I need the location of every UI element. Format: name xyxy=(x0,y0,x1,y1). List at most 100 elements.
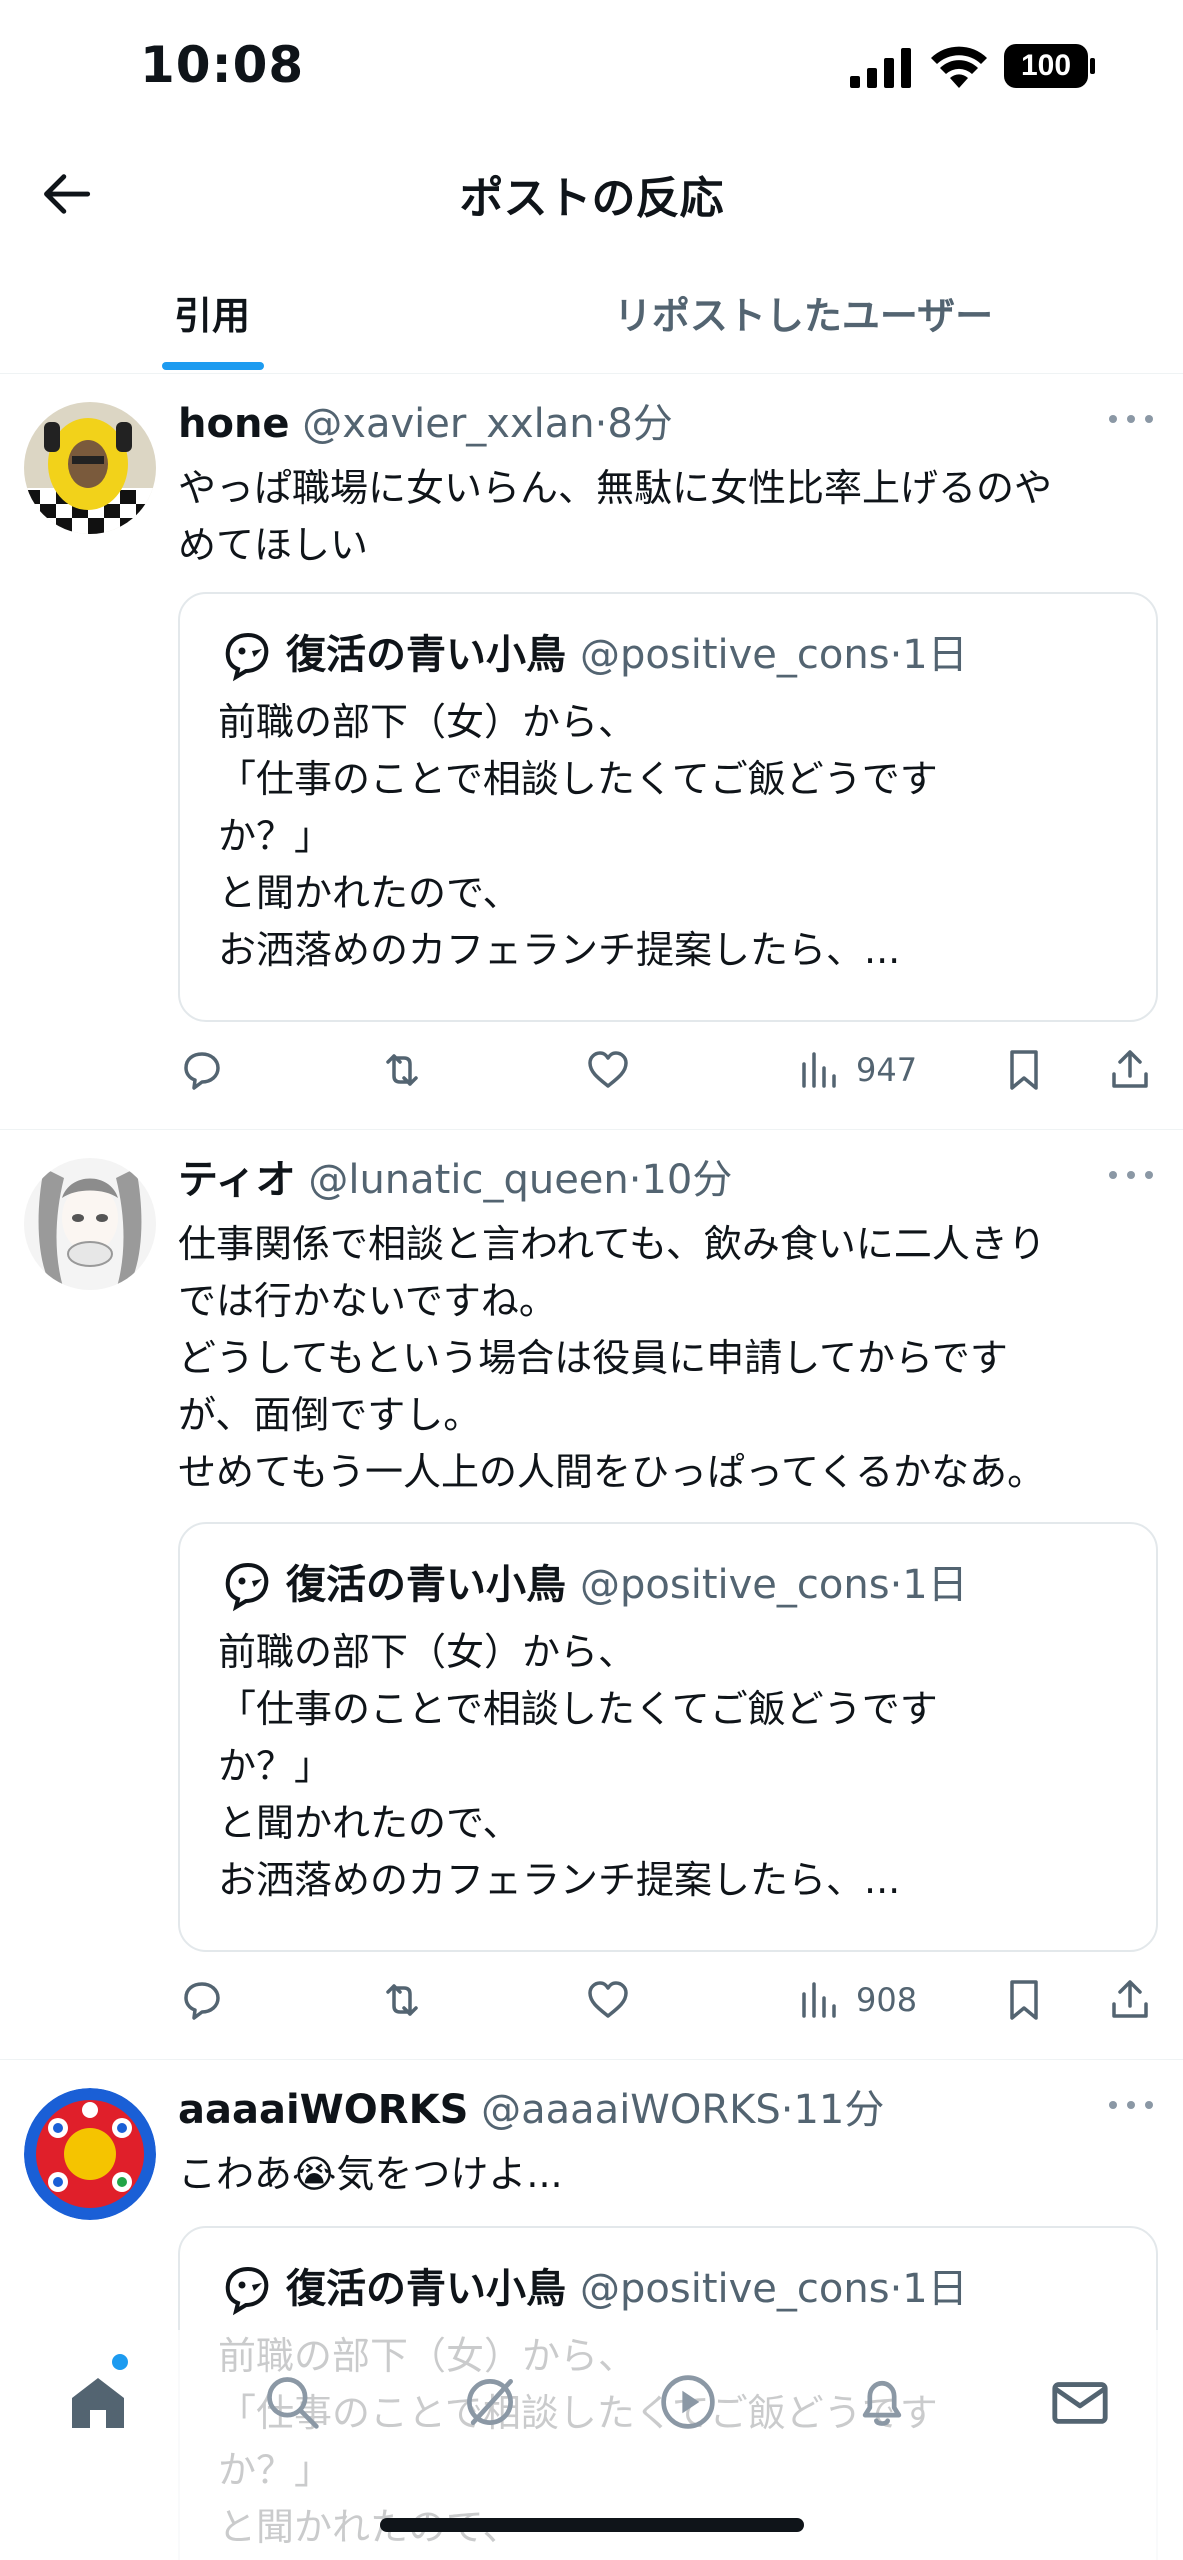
arrow-left-icon xyxy=(44,174,91,214)
quoted-post-time: 1日 xyxy=(902,2266,968,2312)
top-app-bar: ポストの反応 xyxy=(0,140,1183,250)
heart-icon xyxy=(588,1981,628,2018)
quoted-post-header: 復活の青い小鳥 @positive_cons · 1日 xyxy=(218,2260,968,2318)
nav-notifications[interactable] xyxy=(842,2362,922,2442)
separator-dot: · xyxy=(594,401,608,447)
avatar[interactable] xyxy=(24,2088,156,2220)
like-button[interactable] xyxy=(584,1040,632,1100)
post-actions: 908 xyxy=(178,1970,1178,2030)
post-actions: 947 xyxy=(178,1040,1178,1100)
quoted-display-name: 復活の青い小鳥 xyxy=(286,1562,566,1608)
separator-dot: · xyxy=(889,2266,903,2312)
quoted-post[interactable]: 復活の青い小鳥 @positive_cons·1日 前職の部下（女）から、 「仕… xyxy=(178,592,1158,1022)
bookmark-button[interactable] xyxy=(1000,1970,1048,2030)
post-header: aaaaiWORKS @aaaaiWORKS·11分 xyxy=(178,2082,1103,2138)
unread-dot xyxy=(112,2354,128,2370)
quoted-post[interactable]: 復活の青い小鳥 @positive_cons·1日 前職の部下（女）から、 「仕… xyxy=(178,1522,1158,1952)
quoted-user-handle: @positive_cons xyxy=(580,632,890,678)
display-name[interactable]: aaaaiWORKS xyxy=(178,2087,468,2133)
bird-avatar-icon xyxy=(225,2266,269,2316)
reply-icon xyxy=(184,1982,220,2020)
home-icon xyxy=(72,2378,124,2428)
post-header: hone @xavier_xxlan·8分 xyxy=(178,396,1103,452)
repost-button[interactable] xyxy=(378,1970,426,2030)
active-tab-indicator xyxy=(162,362,264,370)
tab-quotes[interactable]: 引用 xyxy=(0,250,424,374)
status-time: 10:08 xyxy=(140,36,305,94)
views-chart-icon xyxy=(802,1052,836,1088)
reply-button[interactable] xyxy=(178,1970,226,2030)
post-time: 11分 xyxy=(793,2087,885,2133)
like-button[interactable] xyxy=(584,1970,632,2030)
quoted-post-header: 復活の青い小鳥 @positive_cons · 1日 xyxy=(218,1556,968,1614)
repost-icon xyxy=(386,1054,418,1086)
quoted-user-handle: @positive_cons xyxy=(580,1562,890,1608)
status-bar: 10:08 100 xyxy=(0,0,1183,140)
battery-icon: 100 xyxy=(1004,44,1096,88)
battery-level: 100 xyxy=(1020,49,1072,82)
page-title: ポストの反応 xyxy=(459,173,724,224)
nav-home[interactable] xyxy=(58,2362,138,2442)
reply-button[interactable] xyxy=(178,1040,226,1100)
post-text: やっぱ職場に女いらん、無駄に女性比率上げるのや めてほしい xyxy=(178,466,1053,567)
tab-reposted-users[interactable]: リポストしたユーザー xyxy=(424,250,1183,374)
quoted-user-handle: @positive_cons xyxy=(580,2266,890,2312)
bird-avatar-icon xyxy=(225,632,269,682)
avatar[interactable] xyxy=(24,402,156,534)
nav-search[interactable] xyxy=(252,2362,332,2442)
quoted-post-header: 復活の青い小鳥 @positive_cons · 1日 xyxy=(218,626,968,684)
user-handle[interactable]: @aaaaiWORKS xyxy=(481,2087,781,2133)
avatar[interactable] xyxy=(24,1158,156,1290)
repost-button[interactable] xyxy=(378,1040,426,1100)
post-header: ティオ @lunatic_queen·10分 xyxy=(178,1152,1103,1208)
more-options-icon[interactable] xyxy=(1109,1160,1153,1190)
more-options-icon[interactable] xyxy=(1109,404,1153,434)
quoted-display-name: 復活の青い小鳥 xyxy=(286,2266,566,2312)
reply-icon xyxy=(184,1052,220,1090)
video-play-icon xyxy=(661,2375,715,2429)
post[interactable]: hone @xavier_xxlan·8分 やっぱ職場に女いらん、無駄に女性比率… xyxy=(0,374,1183,1130)
more-options-icon[interactable] xyxy=(1109,2090,1153,2120)
views-button[interactable]: 947 xyxy=(796,1040,917,1100)
search-icon xyxy=(267,2377,319,2429)
nav-grok[interactable] xyxy=(450,2362,530,2442)
quoted-display-name: 復活の青い小鳥 xyxy=(286,632,566,678)
views-button[interactable]: 908 xyxy=(796,1970,917,2030)
post-time: 8分 xyxy=(607,401,673,447)
post-text: 仕事関係で相談と言われても、飲み食いに二人きり では行かないですね。 どうしても… xyxy=(178,1222,1046,1494)
bird-avatar-icon xyxy=(225,1562,269,1612)
nav-video[interactable] xyxy=(648,2362,728,2442)
share-icon xyxy=(1112,1050,1148,1088)
separator-dot: · xyxy=(889,1562,903,1608)
views-count: 947 xyxy=(856,1051,918,1089)
user-handle[interactable]: @xavier_xxlan xyxy=(302,401,594,447)
share-button[interactable] xyxy=(1106,1970,1154,2030)
grok-icon xyxy=(467,2379,513,2425)
home-indicator[interactable] xyxy=(380,2518,804,2532)
views-chart-icon xyxy=(802,1982,836,2018)
post[interactable]: ティオ @lunatic_queen·10分 仕事関係で相談と言われても、飲み食… xyxy=(0,1130,1183,2060)
heart-icon xyxy=(588,1051,628,1088)
separator-dot: · xyxy=(889,632,903,678)
separator-dot: · xyxy=(780,2087,794,2133)
nav-messages[interactable] xyxy=(1040,2362,1120,2442)
bookmark-icon xyxy=(1010,1980,1038,2020)
wifi-icon xyxy=(931,46,987,88)
quoted-post-text: 前職の部下（女）から、 「仕事のことで相談したくてご飯どうです か？」 と聞かれ… xyxy=(218,1630,938,1902)
tab-bar: 引用 リポストしたユーザー xyxy=(0,250,1183,374)
bookmark-button[interactable] xyxy=(1000,1040,1048,1100)
separator-dot: · xyxy=(628,1157,642,1203)
quoted-post-text: 前職の部下（女）から、 「仕事のことで相談したくてご飯どうです か？」 と聞かれ… xyxy=(218,700,938,972)
back-button[interactable] xyxy=(36,164,96,224)
bookmark-icon xyxy=(1010,1050,1038,1090)
share-button[interactable] xyxy=(1106,1040,1154,1100)
cellular-signal-icon xyxy=(850,48,911,88)
display-name[interactable]: ティオ xyxy=(178,1157,296,1203)
quoted-post-time: 1日 xyxy=(902,632,968,678)
repost-icon xyxy=(386,1984,418,2016)
display-name[interactable]: hone xyxy=(178,401,290,447)
post-time: 10分 xyxy=(641,1157,733,1203)
quoted-post-time: 1日 xyxy=(902,1562,968,1608)
user-handle[interactable]: @lunatic_queen xyxy=(308,1157,628,1203)
post-text: こわあ😭気をつけよ... xyxy=(178,2152,563,2196)
